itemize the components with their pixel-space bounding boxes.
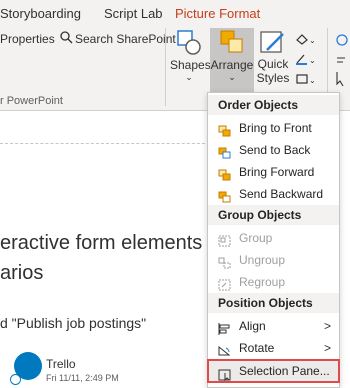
regroup-item: Regroup: [208, 271, 339, 293]
position-objects-heading: Position Objects: [208, 293, 339, 313]
regroup-label: Regroup: [239, 275, 286, 289]
quick-styles-label-2: Styles: [256, 71, 290, 85]
arrange-menu: Order Objects Bring to Front Send to Bac…: [207, 92, 340, 388]
arrange-label: Arrange: [210, 58, 254, 72]
shape-fill-icon[interactable]: ⌄: [294, 32, 316, 51]
bring-forward-item[interactable]: Bring Forward: [208, 161, 339, 183]
status-icon: [10, 374, 21, 385]
chevron-down-icon: ⌄: [228, 72, 236, 82]
send-backward-label: Send Backward: [239, 187, 324, 201]
shape-outline-icon[interactable]: ⌄: [294, 52, 316, 71]
send-backward-item[interactable]: Send Backward: [208, 183, 339, 205]
svg-text:⌄: ⌄: [309, 36, 314, 45]
arrange-icon: [218, 28, 246, 56]
ribbon-group-label: r PowerPoint: [0, 95, 63, 107]
tab-storyboarding[interactable]: Storyboarding: [0, 6, 81, 21]
group-objects-heading: Group Objects: [208, 205, 339, 225]
chevron-down-icon: ⌄: [185, 72, 193, 82]
doc-subtext: d "Publish job postings": [0, 315, 147, 331]
ungroup-icon: [218, 254, 231, 269]
select-icon[interactable]: [333, 32, 350, 97]
ungroup-item: Ungroup: [208, 249, 339, 271]
tab-script-lab[interactable]: Script Lab: [104, 6, 163, 21]
bring-to-front-item[interactable]: Bring to Front: [208, 117, 339, 139]
quick-styles-icon: [259, 28, 287, 56]
quick-styles-button[interactable]: Quick Styles ⌄: [255, 28, 291, 98]
quick-styles-label-1: Quick: [257, 57, 289, 71]
selection-pane-label: Selection Pane...: [239, 364, 330, 378]
shapes-icon: [175, 28, 203, 56]
search-icon: [60, 31, 73, 49]
align-label: Align: [239, 319, 266, 333]
arrange-button[interactable]: Arrange ⌄: [210, 28, 254, 94]
bring-forward-icon: [218, 166, 231, 181]
send-to-back-label: Send to Back: [239, 143, 311, 157]
shapes-label: Shapes: [170, 58, 211, 72]
tab-picture-format[interactable]: Picture Format: [175, 6, 260, 21]
ribbon-tab-bar: Storyboarding Script Lab Picture Format: [0, 0, 350, 24]
rotate-label: Rotate: [239, 341, 275, 355]
group-icon: [218, 232, 231, 247]
properties-button[interactable]: Properties: [0, 32, 55, 46]
selection-pane-icon: [218, 366, 231, 382]
align-item[interactable]: Align >: [208, 315, 339, 337]
divider: [0, 143, 210, 144]
trello-sender: Trello: [46, 357, 76, 371]
svg-text:⌄: ⌄: [309, 56, 314, 65]
bring-to-front-label: Bring to Front: [239, 121, 312, 135]
send-to-back-item[interactable]: Send to Back: [208, 139, 339, 161]
doc-heading-line-1: eractive form elements: [0, 232, 203, 254]
selection-pane-item[interactable]: Selection Pane...: [207, 359, 340, 383]
send-backward-icon: [218, 188, 231, 203]
trello-timestamp: Fri 11/11, 2:49 PM: [46, 373, 119, 383]
rotate-item[interactable]: Rotate >: [208, 337, 339, 359]
search-sharepoint-button[interactable]: Search SharePoint: [75, 32, 176, 46]
send-to-back-icon: [218, 144, 231, 159]
chevron-right-icon: >: [323, 341, 331, 355]
bring-to-front-icon: [218, 122, 231, 137]
order-objects-heading: Order Objects: [208, 95, 339, 115]
ungroup-label: Ungroup: [239, 253, 286, 267]
shapes-button[interactable]: Shapes ⌄: [170, 28, 211, 94]
ribbon-separator: [165, 28, 166, 106]
rotate-icon: [218, 342, 231, 356]
doc-heading-line-2: arios: [0, 262, 44, 284]
svg-text:⌄: ⌄: [309, 76, 314, 85]
chevron-right-icon: >: [323, 319, 331, 333]
bring-forward-label: Bring Forward: [239, 165, 315, 179]
group-label: Group: [239, 231, 273, 245]
shape-effects-icon[interactable]: ⌄: [294, 72, 316, 91]
regroup-icon: [218, 276, 231, 291]
group-item: Group: [208, 227, 339, 249]
align-icon: [218, 320, 231, 335]
